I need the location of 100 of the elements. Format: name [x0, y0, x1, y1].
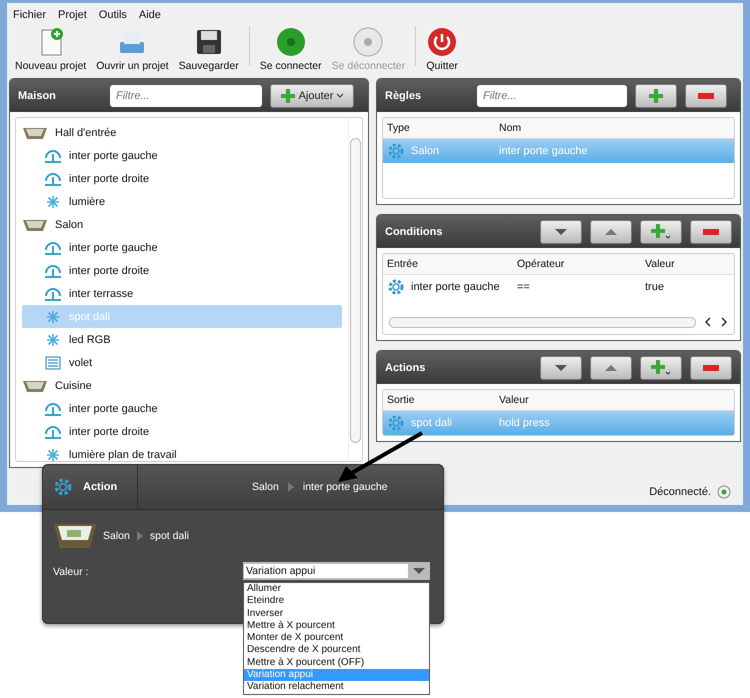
gear-icon	[53, 477, 73, 497]
menu-item[interactable]: Outils	[98, 9, 127, 21]
light-icon	[44, 194, 62, 208]
panel-title: Actions	[385, 362, 426, 374]
plus-icon	[280, 88, 296, 104]
tree-item[interactable]: inter porte gauche	[22, 236, 342, 259]
tree-item[interactable]: inter terrasse	[22, 282, 342, 305]
light-icon	[44, 448, 62, 461]
minus-icon	[703, 228, 719, 234]
breadcrumb-item: Salon	[252, 481, 279, 493]
room-icon	[22, 126, 48, 140]
toolbar-button[interactable]: Ouvrir un projet	[92, 26, 173, 72]
power-icon	[426, 26, 458, 58]
tree-item[interactable]: inter porte gauche	[22, 397, 342, 420]
switch-icon	[44, 424, 62, 438]
add-button[interactable]	[635, 84, 677, 108]
panel-title: Maison	[18, 90, 57, 102]
add-button[interactable]	[640, 220, 682, 244]
menu-item[interactable]: Projet	[58, 9, 87, 21]
switch-icon	[44, 148, 62, 162]
disconnect-icon	[352, 26, 384, 58]
light-icon	[44, 332, 62, 346]
room-icon	[22, 378, 48, 392]
scroll-left-icon[interactable]	[704, 317, 712, 327]
remove-button[interactable]	[690, 356, 732, 380]
tree-item[interactable]: led RGB	[22, 328, 342, 351]
gear-icon	[387, 414, 405, 432]
scrollbar[interactable]	[348, 118, 362, 461]
breadcrumb-item: Salon	[103, 530, 130, 542]
dropdown-option[interactable]: Allumer	[244, 583, 429, 596]
toolbar-button[interactable]: Sauvegarder	[174, 26, 243, 72]
up-icon	[604, 364, 618, 372]
status-icon	[717, 485, 731, 499]
tree-item[interactable]: volet	[22, 351, 342, 374]
field-label: Valeur :	[53, 566, 88, 578]
caret-icon	[412, 567, 426, 575]
chevron-icon	[286, 481, 295, 493]
dropdown-option[interactable]: Monter de X pourcent	[244, 632, 429, 644]
plus-icon	[648, 88, 664, 104]
toolbar-button[interactable]: Quitter	[422, 26, 462, 72]
move-down-button[interactable]	[540, 356, 582, 380]
toolbar-button[interactable]: Se connecter	[256, 26, 326, 72]
down-icon	[554, 364, 568, 372]
gear-icon	[387, 142, 405, 160]
toolbar-button[interactable]: Nouveau projet	[11, 26, 90, 72]
add-button[interactable]	[640, 356, 682, 380]
add-button[interactable]: Ajouter	[270, 84, 354, 108]
tree-item[interactable]: inter porte droite	[22, 259, 342, 282]
column-header: Type	[387, 122, 411, 134]
move-up-button[interactable]	[590, 356, 632, 380]
minus-icon	[698, 92, 714, 98]
switch-icon	[44, 264, 62, 278]
column-header: Opérateur	[517, 258, 566, 270]
value-dropdown[interactable]: Variation appui	[243, 562, 430, 580]
up-icon	[604, 228, 618, 236]
dropdown-option[interactable]: Mettre à X pourcent (OFF)	[244, 656, 429, 670]
tree-item[interactable]: lumière	[22, 190, 342, 213]
filter-field[interactable]: Filtre...	[477, 84, 627, 106]
switch-icon	[44, 286, 62, 300]
tree-item[interactable]: Hall d'entrée	[55, 126, 116, 138]
minus-icon	[703, 364, 719, 370]
down-icon	[554, 228, 568, 236]
dropdown-option[interactable]: Descendre de X pourcent	[244, 644, 429, 657]
move-up-button[interactable]	[590, 220, 632, 244]
remove-button[interactable]	[690, 220, 732, 244]
shutter-icon	[44, 356, 62, 370]
status-text: Déconnecté.	[649, 486, 711, 498]
dropdown-option[interactable]: Eteindre	[244, 595, 429, 608]
dropdown-option[interactable]: Variation relachement	[244, 681, 429, 694]
column-header: Sortie	[387, 394, 416, 406]
tree-item[interactable]: Cuisine	[55, 380, 92, 392]
switch-icon	[44, 402, 62, 416]
remove-button[interactable]	[685, 84, 727, 108]
light-icon	[44, 310, 62, 324]
scroll-right-icon[interactable]	[720, 317, 728, 327]
tree-item[interactable]: Salon	[55, 218, 84, 230]
column-header: Entrée	[387, 258, 419, 270]
switch-icon	[44, 240, 62, 254]
menu-item[interactable]: Fichier	[13, 9, 46, 21]
chevron-icon	[136, 530, 144, 542]
tree-item[interactable]: inter porte gauche	[22, 144, 342, 167]
plus-icon	[650, 222, 672, 240]
caret-icon	[336, 92, 344, 98]
panel-title: Règles	[385, 90, 422, 102]
move-down-button[interactable]	[540, 220, 582, 244]
filter-field[interactable]: Filtre...	[110, 84, 262, 106]
room-icon	[53, 522, 97, 550]
menu-item[interactable]: Aide	[138, 9, 161, 21]
switch-icon	[44, 172, 62, 186]
tree-item[interactable]: lumière plan de travail	[22, 443, 342, 461]
tree-item[interactable]: inter porte droite	[22, 167, 342, 190]
connect-icon	[274, 26, 307, 58]
panel-title: Conditions	[385, 226, 444, 238]
table-row[interactable]: inter porte gauche == true	[383, 275, 734, 299]
column-header: Valeur	[645, 258, 676, 270]
breadcrumb-item: inter porte gauche	[302, 481, 388, 493]
room-icon	[22, 218, 48, 232]
dropdown-option[interactable]: Mettre à X pourcent	[244, 620, 429, 632]
dropdown-option[interactable]: Inverser	[244, 608, 429, 620]
tree-item[interactable]: inter porte droite	[22, 420, 342, 443]
